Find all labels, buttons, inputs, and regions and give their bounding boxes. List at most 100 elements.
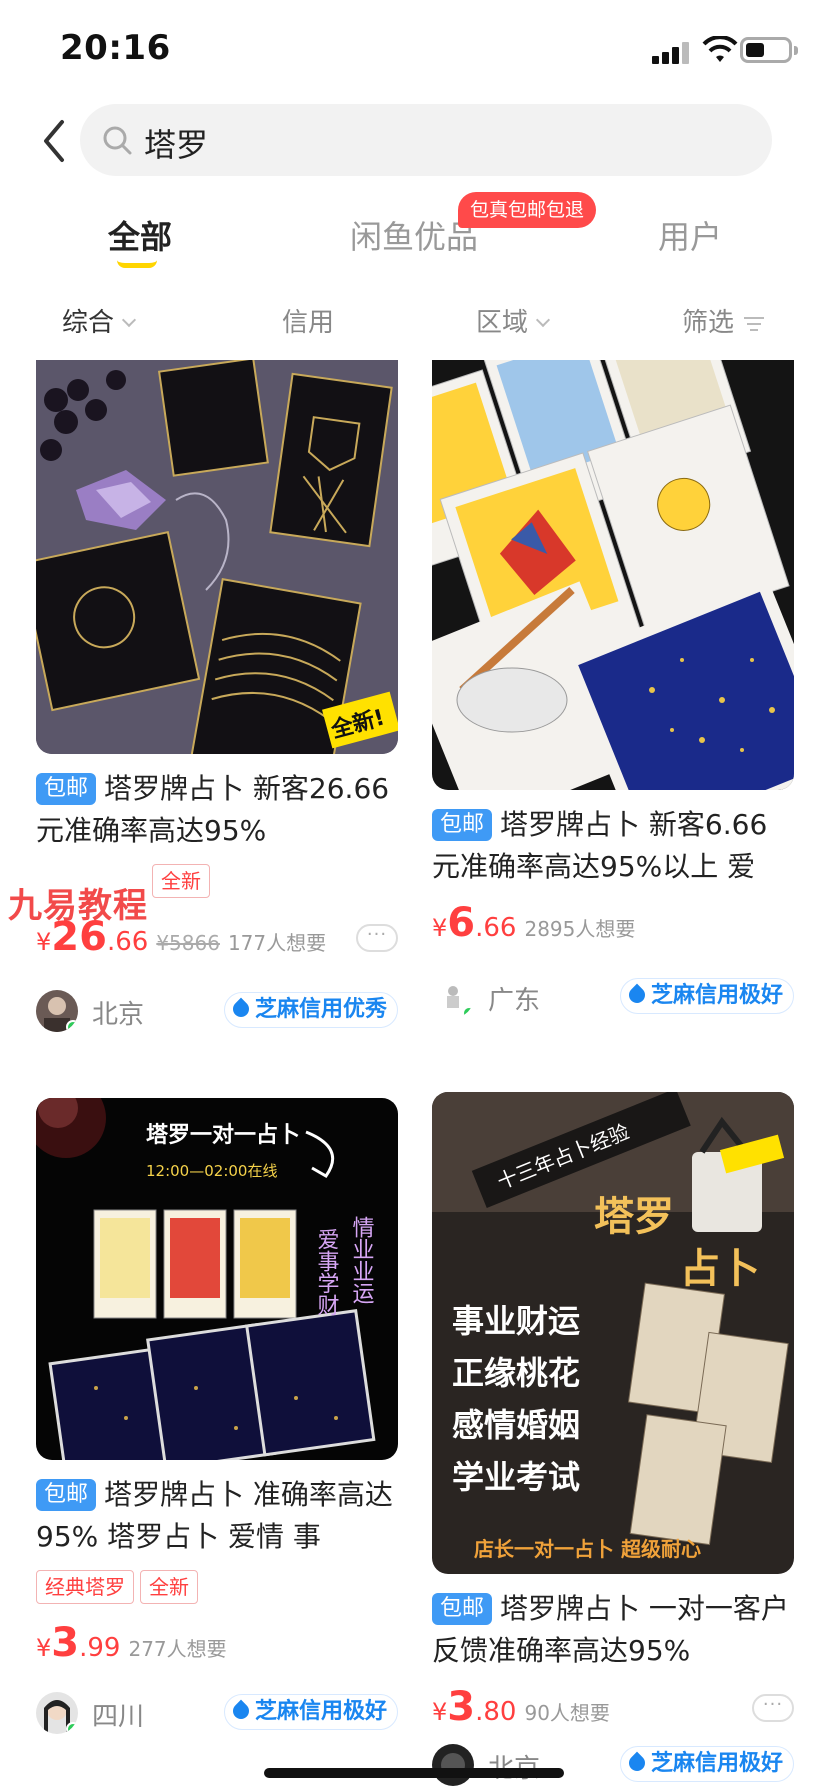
seller-region: 四川: [92, 1702, 145, 1732]
price-decimal: .66: [475, 913, 517, 943]
price-row: ¥3.99 277人想要: [36, 1620, 398, 1670]
currency-symbol: ¥: [432, 1698, 448, 1726]
sesame-credit-icon: [229, 997, 253, 1021]
seller-row[interactable]: 广东 芝麻信用极好: [432, 976, 794, 1024]
search-bar[interactable]: 塔罗: [80, 104, 772, 176]
avatar[interactable]: [36, 990, 78, 1032]
image-title: 塔罗: [594, 1194, 674, 1240]
filter-bar: 综合 信用 区域 筛选: [0, 296, 828, 346]
free-shipping-badge: 包邮: [36, 773, 97, 805]
status-time: 20:16: [60, 28, 171, 68]
search-query[interactable]: 塔罗: [144, 120, 208, 166]
wants-count: 277人想要: [128, 1637, 227, 1661]
product-title[interactable]: 包邮 塔罗牌占卜 新客6.66元准确率高达95%以上 爱: [432, 804, 794, 888]
image-line: 正缘桃花: [452, 1354, 580, 1392]
currency-symbol: ¥: [36, 1634, 52, 1662]
chevron-down-icon: [535, 312, 551, 328]
online-status-dot: [66, 1722, 78, 1734]
seller-row[interactable]: 北京 芝麻信用优秀: [36, 990, 398, 1038]
signal-icon: [652, 40, 694, 64]
product-card[interactable]: 包邮 塔罗牌占卜 新客6.66元准确率高达95%以上 爱 ¥6.66 2895人想要…: [432, 360, 794, 1024]
seller-region: 北京: [488, 1748, 540, 1785]
image-footer: 店长一对一占卜 超级耐心: [474, 1537, 701, 1561]
price-decimal: .80: [475, 1697, 517, 1727]
free-shipping-badge: 包邮: [432, 809, 493, 841]
currency-symbol: ¥: [36, 928, 52, 956]
more-options-button[interactable]: ···: [752, 1694, 794, 1722]
avatar[interactable]: [432, 976, 474, 1018]
more-options-button[interactable]: ···: [356, 924, 398, 952]
credit-badge: 芝麻信用优秀: [223, 992, 398, 1028]
wants-count: 177人想要: [227, 931, 327, 955]
filter-icon: [744, 313, 765, 335]
filter-label: 信用: [282, 308, 335, 338]
back-arrow-icon[interactable]: [40, 118, 68, 164]
price-decimal: .66: [106, 927, 149, 957]
category-tabs: 全部 闲鱼优品 用户: [0, 200, 828, 280]
product-title[interactable]: 包邮 塔罗牌占卜 新客26.66元准确率高达95%: [36, 768, 398, 852]
image-line: 学业考试: [452, 1458, 580, 1496]
credit-text: 芝麻信用极好: [650, 983, 783, 1008]
filter-region[interactable]: 区域: [476, 302, 551, 339]
tab-users[interactable]: 用户: [658, 212, 722, 258]
product-title[interactable]: 包邮 塔罗牌占卜 准确率高达95% 塔罗占卜 爱情 事: [36, 1474, 398, 1558]
product-image[interactable]: 十三年占卜经验 塔罗 占卜 事业财运 正缘桃花 感情婚姻 学业考试 店长一对一占…: [432, 1092, 794, 1574]
seller-row[interactable]: 四川 芝麻信用极好: [36, 1692, 398, 1740]
search-icon: [103, 126, 132, 155]
product-tag: 全新: [152, 864, 210, 898]
image-line: 感情婚姻: [452, 1406, 580, 1444]
price-integer: 3: [447, 1684, 476, 1730]
filter-label: 综合: [62, 308, 115, 338]
wifi-icon: [702, 36, 738, 62]
active-tab-indicator: [117, 260, 157, 268]
credit-text: 芝麻信用优秀: [254, 997, 387, 1022]
sesame-credit-icon: [229, 1699, 253, 1723]
tab-all[interactable]: 全部: [108, 212, 172, 258]
product-card[interactable]: 全新! 包邮 塔罗牌占卜 新客26.66元准确率高达95% 全新 ¥26.66 ¥5…: [36, 360, 398, 1038]
seller-region: 北京: [92, 1000, 145, 1030]
currency-symbol: ¥: [432, 914, 448, 942]
sesame-credit-icon: [625, 983, 649, 1007]
product-tag: 全新: [140, 1570, 198, 1604]
image-line: 事业财运: [452, 1302, 580, 1340]
product-image[interactable]: 全新!: [36, 360, 398, 754]
filter-screen[interactable]: 筛选: [682, 302, 765, 339]
product-card[interactable]: 十三年占卜经验 塔罗 占卜 事业财运 正缘桃花 感情婚姻 学业考试 店长一对一占…: [432, 1092, 794, 1792]
free-shipping-badge: 包邮: [432, 1593, 493, 1625]
free-shipping-badge: 包邮: [36, 1479, 97, 1511]
product-image[interactable]: 塔罗一对一占卜 12:00—02:00在线 爱事学财 情业业运: [36, 1098, 398, 1460]
filter-comprehensive[interactable]: 综合: [62, 302, 137, 339]
original-price: ¥5866: [156, 931, 220, 955]
filter-label: 区域: [476, 308, 529, 338]
wants-count: 90人想要: [524, 1701, 610, 1725]
chevron-down-icon: [121, 312, 137, 328]
price-row: ¥3.80 90人想要 ···: [432, 1684, 794, 1734]
image-tagline: 情业业运: [349, 1216, 375, 1304]
sesame-credit-icon: [625, 1751, 649, 1775]
status-bar: 20:16: [0, 0, 828, 100]
home-indicator[interactable]: [264, 1768, 564, 1778]
image-title: 占卜: [680, 1246, 760, 1292]
price-row: ¥6.66 2895人想要: [432, 900, 794, 950]
product-tag: 经典塔罗: [36, 1570, 134, 1604]
image-heading: 塔罗一对一占卜: [146, 1123, 300, 1148]
online-status-dot: [66, 1020, 78, 1032]
price-decimal: .99: [79, 1633, 121, 1663]
product-title[interactable]: 包邮 塔罗牌占卜 一对一客户反馈准确率高达95%: [432, 1588, 794, 1672]
filter-label: 筛选: [682, 308, 735, 338]
product-tags: 经典塔罗 全新: [36, 1570, 398, 1608]
filter-credit[interactable]: 信用: [282, 302, 334, 339]
credit-text: 芝麻信用极好: [650, 1751, 783, 1776]
watermark-text: 九易教程: [8, 886, 148, 926]
credit-badge: 芝麻信用极好: [619, 978, 794, 1014]
online-status-dot: [462, 1006, 474, 1018]
image-tagline: 爱事学财: [314, 1228, 340, 1316]
price-integer: 6: [447, 900, 476, 946]
avatar[interactable]: [432, 1744, 474, 1786]
wants-count: 2895人想要: [524, 917, 636, 941]
avatar[interactable]: [36, 1692, 78, 1734]
image-hours: 12:00—02:00在线: [146, 1162, 277, 1180]
product-card[interactable]: 塔罗一对一占卜 12:00—02:00在线 爱事学财 情业业运 包邮 塔罗牌占卜 …: [36, 1098, 398, 1740]
product-image[interactable]: [432, 360, 794, 790]
battery-icon: [740, 37, 798, 63]
